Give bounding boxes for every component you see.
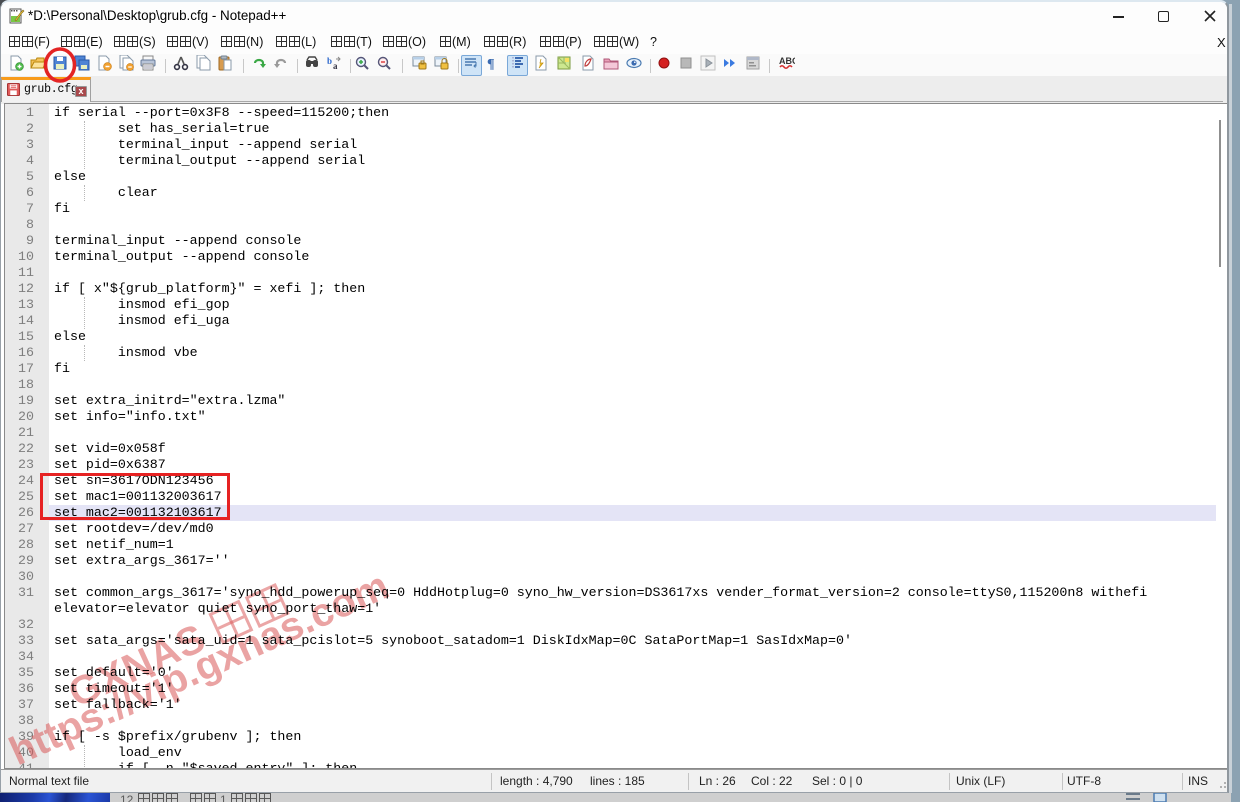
svg-text:ABC: ABC (779, 56, 795, 66)
svg-text:b: b (327, 56, 332, 66)
svg-text:¶: ¶ (487, 57, 495, 71)
svg-text:a: a (333, 61, 338, 71)
